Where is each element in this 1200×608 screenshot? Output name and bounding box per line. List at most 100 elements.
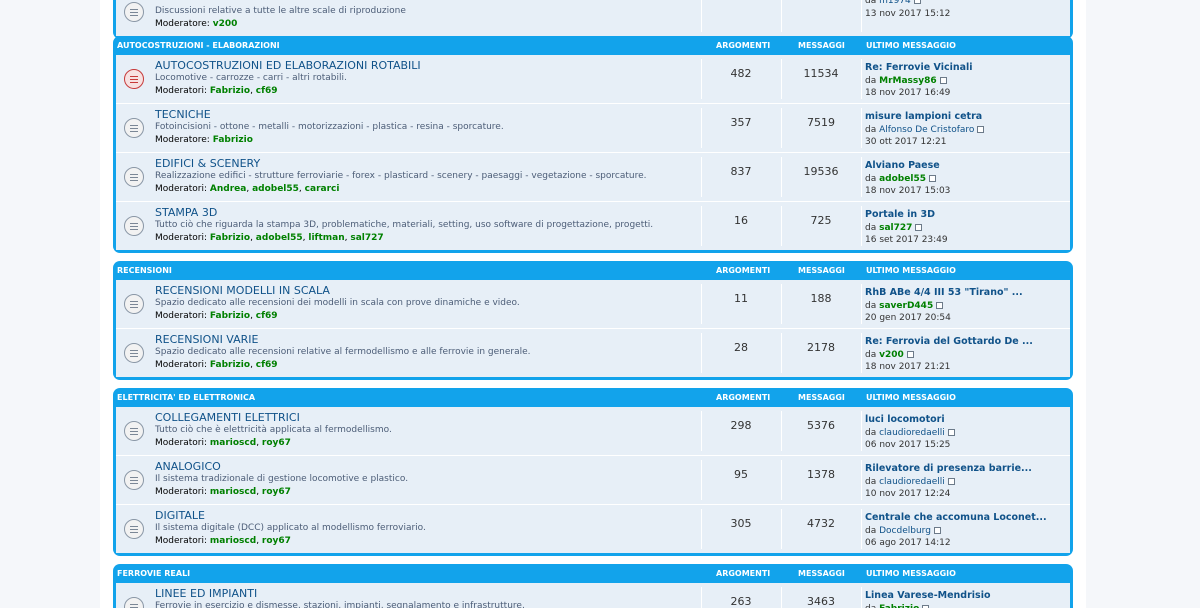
last-post: Re: Ferrovie Vicinali da MrMassy86 18 no…: [865, 62, 973, 100]
moderator-link[interactable]: roy67: [262, 487, 291, 497]
column-topics-header: ARGOMENTI: [716, 569, 771, 578]
forum-title-link[interactable]: EDIFICI & SCENERY: [155, 157, 260, 170]
moderators-label: Moderatori:: [155, 311, 208, 321]
view-latest-post-icon[interactable]: [928, 174, 936, 182]
last-post-user-link[interactable]: adobel55: [879, 174, 926, 184]
forum-title-link[interactable]: RECENSIONI MODELLI IN SCALA: [155, 284, 330, 297]
by-label: da: [865, 604, 876, 608]
last-post: da m1974 13 nov 2017 15:12: [865, 0, 950, 20]
last-post-date: 06 nov 2017 15:25: [865, 440, 951, 450]
forum-title-link[interactable]: COLLEGAMENTI ELETTRICI: [155, 411, 300, 424]
forum-read-icon: [124, 343, 144, 363]
last-post-user-link[interactable]: claudioredaelli: [879, 477, 945, 487]
forum-read-icon: [124, 597, 144, 608]
view-latest-post-icon[interactable]: [922, 604, 930, 608]
moderator-link[interactable]: marioscd: [210, 536, 256, 546]
last-post-user-link[interactable]: claudioredaelli: [879, 428, 945, 438]
view-latest-post-icon[interactable]: [906, 350, 914, 358]
forum-rows: RECENSIONI MODELLI IN SCALA Spazio dedic…: [113, 280, 1073, 380]
last-post-title-link[interactable]: Re: Ferrovie Vicinali: [865, 62, 973, 73]
moderator-link[interactable]: v200: [213, 19, 238, 29]
column-divider: [861, 157, 862, 197]
last-post-user-link[interactable]: MrMassy86: [879, 76, 937, 86]
forum-title-link[interactable]: ANALOGICO: [155, 460, 221, 473]
topics-count: 305: [730, 517, 752, 530]
last-post-date: 18 nov 2017 21:21: [865, 362, 951, 372]
last-post-title-link[interactable]: Centrale che accomuna Loconet...: [865, 512, 1047, 523]
moderator-link[interactable]: marioscd: [210, 487, 256, 497]
last-post-title-link[interactable]: Rilevatore di presenza barrie...: [865, 463, 1032, 474]
moderator-link[interactable]: roy67: [262, 536, 291, 546]
last-post-date: 13 nov 2017 15:12: [865, 8, 951, 19]
moderator-link[interactable]: cf69: [256, 311, 278, 321]
moderator-link[interactable]: Fabrizio: [213, 135, 253, 145]
category-title[interactable]: AUTOCOSTRUZIONI - ELABORAZIONI: [117, 41, 280, 50]
moderator-link[interactable]: adobel55: [256, 233, 303, 243]
moderator-link[interactable]: roy67: [262, 438, 291, 448]
forum-title-link[interactable]: TECNICHE: [155, 108, 211, 121]
last-post-title-link[interactable]: Alviano Paese: [865, 160, 940, 171]
forum-description: Tutto ciò che è elettricità applicata al…: [155, 425, 392, 435]
forum-title-link[interactable]: STAMPA 3D: [155, 206, 217, 219]
last-post-author: da Fabrizio: [865, 603, 991, 608]
column-divider: [861, 411, 862, 451]
forum-moderators: Moderatori: marioscd, roy67: [155, 536, 291, 546]
forum-read-icon: [124, 294, 144, 314]
last-post-user-link[interactable]: v200: [879, 350, 904, 360]
moderator-link[interactable]: Fabrizio: [210, 86, 250, 96]
moderator-link[interactable]: marioscd: [210, 438, 256, 448]
last-post-user-link[interactable]: Fabrizio: [879, 604, 919, 608]
last-post-date: 18 nov 2017 16:49: [865, 88, 951, 98]
column-last-post-header: ULTIMO MESSAGGIO: [866, 41, 956, 50]
last-post-title-link[interactable]: Re: Ferrovia del Gottardo De ...: [865, 336, 1033, 347]
view-latest-post-icon[interactable]: [915, 223, 923, 231]
forum-description: Realizzazione edifici - strutture ferrov…: [155, 171, 647, 181]
forum-read-icon: [124, 470, 144, 490]
moderator-link[interactable]: liftman: [308, 233, 344, 243]
moderator-link[interactable]: Fabrizio: [210, 360, 250, 370]
view-latest-post-icon[interactable]: [977, 125, 985, 133]
view-latest-post-icon[interactable]: [947, 477, 955, 485]
last-post-user-link[interactable]: saverD445: [879, 301, 933, 311]
category-title[interactable]: ELETTRICITA' ED ELETTRONICA: [117, 393, 255, 402]
column-divider: [861, 284, 862, 324]
forum-row: RECENSIONI MODELLI IN SCALA Spazio dedic…: [116, 280, 1070, 328]
forum-moderators: Moderatori: Fabrizio, cf69: [155, 360, 278, 370]
topics-count: 837: [730, 165, 752, 178]
view-latest-post-icon[interactable]: [936, 301, 944, 309]
forum-rows: AUTOCOSTRUZIONI ED ELABORAZIONI ROTABILI…: [113, 55, 1073, 253]
topics-count: 263: [730, 595, 752, 608]
forum-title-link[interactable]: AUTOCOSTRUZIONI ED ELABORAZIONI ROTABILI: [155, 59, 421, 72]
last-post-user-link[interactable]: sal727: [879, 223, 912, 233]
forum-title-link[interactable]: RECENSIONI VARIE: [155, 333, 259, 346]
last-post-user-link[interactable]: m1974: [879, 0, 911, 6]
last-post-title-link[interactable]: Portale in 3D: [865, 209, 935, 220]
column-divider: [701, 0, 702, 32]
moderator-link[interactable]: Fabrizio: [210, 311, 250, 321]
last-post-title-link[interactable]: RhB ABe 4/4 III 53 "Tirano" ...: [865, 287, 1023, 298]
moderator-link[interactable]: cf69: [256, 86, 278, 96]
column-topics-header: ARGOMENTI: [716, 266, 771, 275]
moderator-link[interactable]: Andrea: [210, 184, 246, 194]
last-post-date: 20 gen 2017 20:54: [865, 313, 951, 323]
view-latest-post-icon[interactable]: [947, 428, 955, 436]
forum-category: ELETTRICITA' ED ELETTRONICA ARGOMENTI ME…: [113, 388, 1073, 556]
forum-title-link[interactable]: DIGITALE: [155, 509, 205, 522]
moderator-link[interactable]: cf69: [256, 360, 278, 370]
last-post-user-link[interactable]: Alfonso De Cristofaro: [879, 125, 974, 135]
last-post-title-link[interactable]: Linea Varese-Mendrisio: [865, 590, 991, 601]
column-divider: [861, 333, 862, 373]
view-latest-post-icon[interactable]: [913, 0, 921, 4]
view-latest-post-icon[interactable]: [933, 526, 941, 534]
category-title[interactable]: RECENSIONI: [117, 266, 172, 275]
moderator-link[interactable]: cararci: [305, 184, 340, 194]
last-post-title-link[interactable]: luci locomotori: [865, 414, 945, 425]
last-post-title-link[interactable]: misure lampioni cetra: [865, 111, 982, 122]
last-post-user-link[interactable]: Docdelburg: [879, 526, 931, 536]
category-title[interactable]: FERROVIE REALI: [117, 569, 190, 578]
forum-title-link[interactable]: LINEE ED IMPIANTI: [155, 587, 257, 600]
moderator-link[interactable]: adobel55: [252, 184, 299, 194]
view-latest-post-icon[interactable]: [939, 76, 947, 84]
moderator-link[interactable]: sal727: [350, 233, 383, 243]
moderator-link[interactable]: Fabrizio: [210, 233, 250, 243]
